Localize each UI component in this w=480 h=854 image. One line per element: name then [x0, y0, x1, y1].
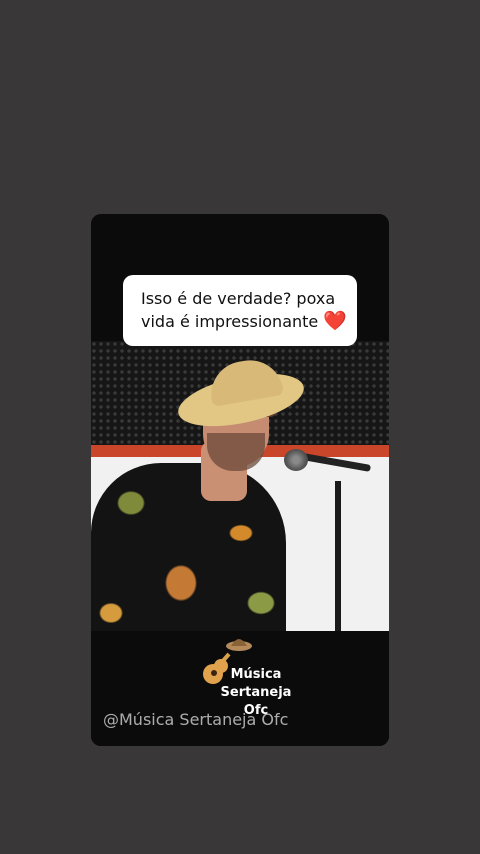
comment-line-2-text: vida é impressionante	[141, 312, 319, 331]
comment-bubble[interactable]: Isso é de verdade? poxa vida é impressio…	[123, 275, 357, 346]
microphone-stand	[335, 481, 341, 631]
comment-line-2: vida é impressionante ❤️	[141, 310, 348, 333]
story-card[interactable]: Isso é de verdade? poxa vida é impressio…	[91, 214, 389, 746]
logo-line-1: Música	[230, 667, 282, 682]
video-frame[interactable]	[91, 341, 389, 631]
microphone	[284, 449, 308, 471]
logo-line-2: Sertaneja	[220, 685, 292, 700]
singer-shirt	[91, 463, 286, 631]
comment-line-1: Isso é de verdade? poxa	[141, 289, 336, 308]
heart-icon: ❤️	[323, 310, 348, 332]
watermark-handle: @Música Sertaneja Ofc	[103, 710, 289, 729]
